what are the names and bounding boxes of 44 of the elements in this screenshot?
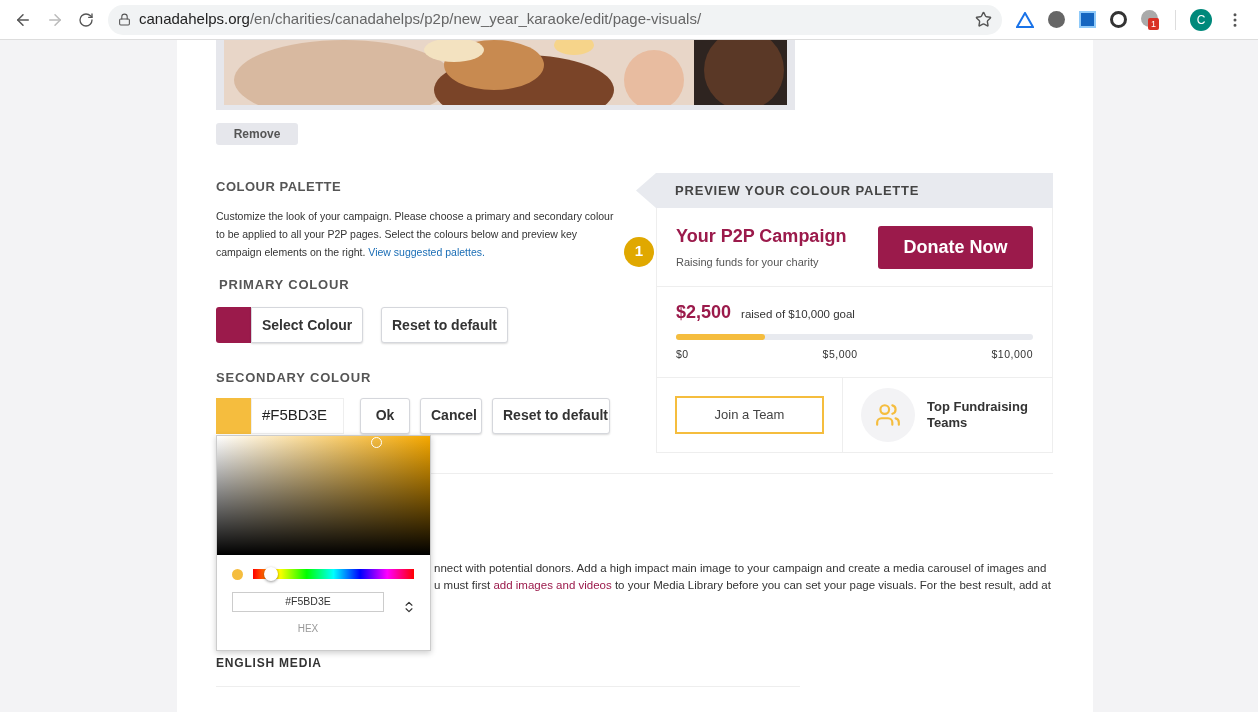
scale-label: $0: [676, 347, 689, 362]
raised-amount: $2,500: [676, 301, 732, 324]
lock-icon: [118, 13, 131, 26]
section-heading: COLOUR PALETTE: [216, 178, 343, 196]
remove-button[interactable]: Remove: [216, 123, 298, 145]
media-description-line: nnect with potential donors. Add a high impact main image to your campaign and create a media carousel of images and: [434, 560, 1048, 576]
goal-text: raised of $10,000 goal: [741, 307, 855, 322]
reset-default-button[interactable]: Reset to default: [381, 307, 508, 343]
donate-button[interactable]: Donate Now: [878, 225, 1033, 269]
primary-colour-label: PRIMARY COLOUR: [219, 275, 351, 294]
hex-input-field[interactable]: #F5BD3E: [251, 397, 344, 434]
primary-colour-swatch[interactable]: [216, 307, 251, 343]
ok-button[interactable]: Ok: [360, 397, 410, 434]
add-media-link[interactable]: add images and videos: [493, 578, 612, 591]
step-badge: 1: [624, 236, 654, 267]
join-team-button[interactable]: Join a Team: [675, 395, 824, 434]
media-description-line: u must first add images and videos to your Media Library before you can set your page visuals. For the best result, add at: [434, 577, 1052, 593]
secondary-colour-swatch[interactable]: [216, 397, 251, 434]
notification-badge: 1: [1148, 17, 1159, 30]
cancel-button[interactable]: Cancel: [420, 397, 482, 434]
hue-slider[interactable]: [253, 569, 414, 579]
s-extension-icon[interactable]: [1079, 11, 1096, 28]
scale-label: $10,000: [991, 347, 1033, 362]
bookmark-star-icon[interactable]: [975, 11, 992, 28]
scale-label: $5,000: [822, 347, 858, 362]
section-description: Customize the look of your campaign. Please choose a primary and secondary colour to be applied to all your P2P pages. Select the colours below and preview key campaign elements on the right. View suggested palettes.: [216, 208, 615, 260]
select-colour-button[interactable]: Select Colour: [251, 307, 363, 343]
address-bar[interactable]: canadahelps.org/en/charities/canadahelps/p2p/new_year_karaoke/edit/page-visuals/: [108, 4, 1002, 35]
triangle-extension-icon[interactable]: [1016, 11, 1034, 28]
secondary-colour-label: SECONDARY COLOUR: [216, 369, 373, 387]
hue-thumb[interactable]: [263, 567, 278, 581]
top-teams-label: Top Fundraising Teams: [927, 398, 1029, 431]
campaign-subtitle: Raising funds for your charity: [676, 255, 820, 271]
suggested-palettes-link[interactable]: View suggested palettes.: [368, 245, 485, 258]
english-media-heading: ENGLISH MEDIA: [216, 654, 323, 672]
url-text: canadahelps.org/en/charities/canadahelps/p2p/new_year_karaoke/edit/page-visuals/: [139, 9, 702, 30]
reload-icon[interactable]: [78, 11, 94, 28]
people-icon: [875, 401, 901, 428]
reset-default-button[interactable]: Reset to default: [492, 397, 610, 434]
saturation-area[interactable]: [217, 435, 430, 555]
hex-value-field[interactable]: #F5BD3E: [232, 591, 384, 612]
profile-avatar[interactable]: C: [1190, 8, 1212, 31]
hex-mode-label: HEX: [297, 621, 319, 636]
campaign-title: Your P2P Campaign: [676, 225, 847, 249]
